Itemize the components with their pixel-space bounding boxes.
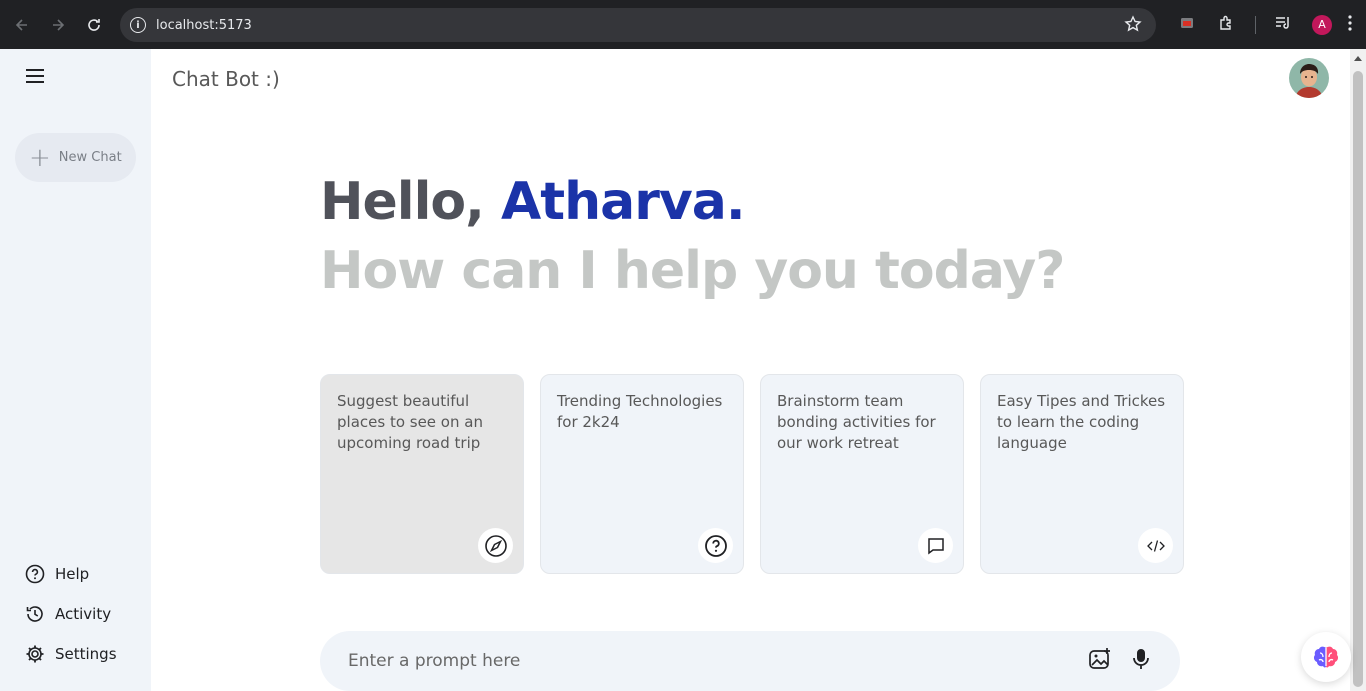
scroll-thumb[interactable] — [1353, 71, 1363, 687]
profile-avatar[interactable]: A — [1312, 14, 1332, 35]
help-circle-icon — [25, 564, 45, 584]
browser-toolbar: i localhost:5173 A — [0, 0, 1366, 49]
sidebar-item-settings[interactable]: Settings — [25, 634, 117, 674]
greeting-heading: Hello, Atharva. — [320, 172, 746, 232]
sidebar-item-label: Help — [55, 565, 90, 583]
main-content: Chat Bot :) Hello, Atharva. How can I he… — [151, 49, 1350, 691]
forward-icon[interactable] — [40, 7, 76, 43]
suggestion-card[interactable]: Suggest beautiful places to see on an up… — [320, 374, 524, 574]
image-upload-icon[interactable] — [1088, 647, 1112, 675]
toolbar-divider — [1255, 15, 1256, 34]
bookmark-star-icon[interactable] — [1124, 15, 1142, 37]
compass-icon — [478, 528, 513, 563]
greeting-hello: Hello, — [320, 172, 502, 232]
extensions-icon[interactable] — [1217, 14, 1235, 36]
address-bar[interactable]: i localhost:5173 — [120, 8, 1156, 42]
url-text: localhost:5173 — [156, 17, 252, 33]
suggestion-card-text: Suggest beautiful places to see on an up… — [337, 392, 483, 452]
greeting-name: Atharva. — [501, 172, 746, 232]
page-title: Chat Bot :) — [172, 67, 280, 91]
suggestion-card-text: Brainstorm team bonding activities for o… — [777, 392, 936, 452]
suggestion-cards: Suggest beautiful places to see on an up… — [320, 374, 1184, 574]
reload-icon[interactable] — [76, 7, 112, 43]
sidebar: + New Chat Help Activity Settings — [0, 49, 151, 691]
back-icon[interactable] — [4, 7, 40, 43]
suggestion-card[interactable]: Easy Tipes and Trickes to learn the codi… — [980, 374, 1184, 574]
question-icon — [698, 528, 733, 563]
plus-icon: + — [29, 142, 51, 173]
media-control-icon[interactable] — [1274, 14, 1292, 36]
sidebar-item-activity[interactable]: Activity — [25, 594, 117, 634]
more-menu-icon[interactable] — [1348, 14, 1352, 35]
scroll-up-arrow-icon[interactable] — [1354, 55, 1362, 61]
page-scrollbar[interactable] — [1350, 49, 1366, 691]
microphone-icon[interactable] — [1130, 647, 1152, 675]
sidebar-item-label: Activity — [55, 605, 112, 623]
cast-icon[interactable] — [1179, 15, 1195, 35]
message-icon — [918, 528, 953, 563]
sidebar-item-label: Settings — [55, 645, 117, 663]
prompt-box — [320, 631, 1180, 691]
new-chat-label: New Chat — [58, 150, 122, 165]
suggestion-card-text: Easy Tipes and Trickes to learn the codi… — [997, 392, 1166, 452]
history-icon — [26, 606, 43, 622]
sidebar-bottom-menu: Help Activity Settings — [25, 554, 117, 674]
greeting-subtitle: How can I help you today? — [320, 241, 1065, 301]
code-icon — [1138, 528, 1173, 563]
prompt-input[interactable] — [348, 651, 1088, 671]
site-info-icon[interactable]: i — [130, 17, 146, 33]
user-avatar[interactable] — [1289, 58, 1329, 98]
new-chat-button[interactable]: + New Chat — [15, 133, 136, 182]
sidebar-item-help[interactable]: Help — [25, 554, 117, 594]
suggestion-card-text: Trending Technologies for 2k24 — [557, 392, 723, 431]
brain-assistant-button[interactable] — [1301, 632, 1351, 682]
hamburger-menu-icon[interactable] — [24, 65, 46, 87]
gear-icon — [26, 645, 44, 663]
brain-icon — [1313, 646, 1339, 668]
suggestion-card[interactable]: Trending Technologies for 2k24 — [540, 374, 744, 574]
suggestion-card[interactable]: Brainstorm team bonding activities for o… — [760, 374, 964, 574]
